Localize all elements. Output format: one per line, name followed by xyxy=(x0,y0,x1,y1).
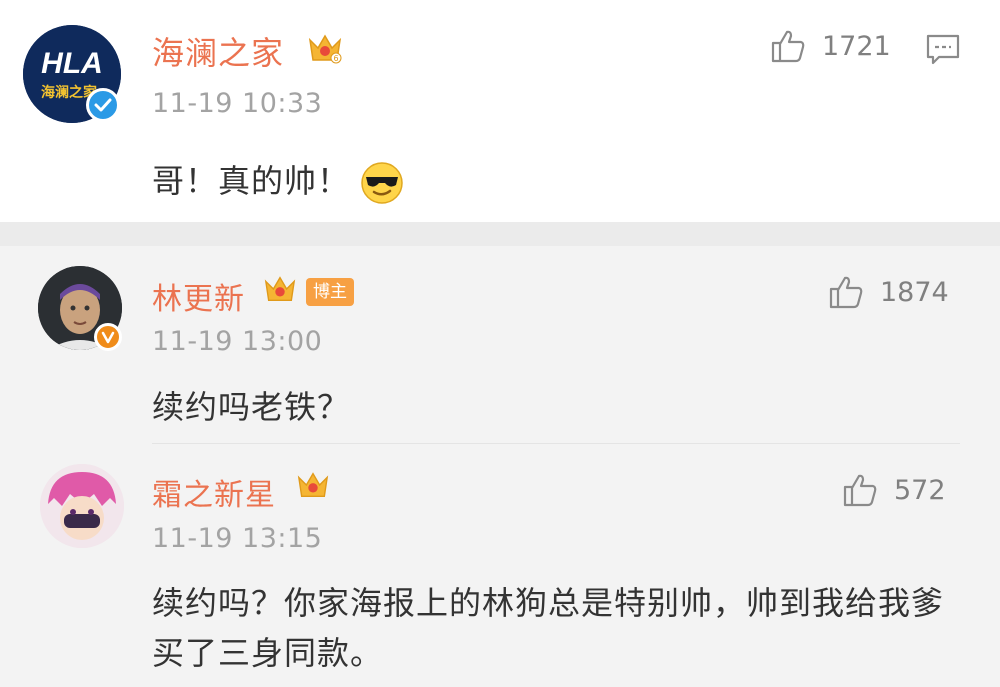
comment-icon[interactable] xyxy=(924,30,962,68)
vip-crown-icon xyxy=(295,468,331,502)
like-count: 1721 xyxy=(822,30,891,62)
sunglasses-emoji-icon xyxy=(360,161,404,205)
like-count: 572 xyxy=(894,474,946,506)
like-button[interactable]: 1721 xyxy=(768,26,891,66)
thumbs-up-icon xyxy=(826,272,866,312)
username[interactable]: 霜之新星 xyxy=(152,470,276,514)
author-badge: 博主 xyxy=(306,278,354,306)
comment-text: 哥！真的帅！ xyxy=(152,156,404,205)
comment-text: 续约吗？你家海报上的林狗总是特别帅，帅到我给我爹买了三身同款。 xyxy=(152,584,945,672)
reply-divider xyxy=(152,443,960,444)
like-button[interactable]: 572 xyxy=(840,470,946,510)
comment-time: 11-19 13:00 xyxy=(152,326,323,357)
username[interactable]: 海澜之家 xyxy=(152,28,284,74)
comment-time: 11-19 13:15 xyxy=(152,523,323,554)
svg-text:6: 6 xyxy=(333,54,338,63)
username[interactable]: 林更新 xyxy=(152,274,245,318)
section-separator xyxy=(0,222,1000,246)
verified-icon xyxy=(94,323,122,351)
vip-crown-icon: 6 xyxy=(306,30,344,66)
avatar[interactable] xyxy=(40,464,124,548)
vip-crown-icon xyxy=(262,272,298,306)
svg-text:HLA: HLA xyxy=(41,47,103,80)
comment-text: 续约吗老铁？ xyxy=(152,388,351,426)
comment-time: 11-19 10:33 xyxy=(152,88,323,119)
main-comment: HLA 海澜之家 海澜之家 6 11-19 10:33 哥！真的帅！ 1721 xyxy=(0,0,1000,222)
thumbs-up-icon xyxy=(768,26,808,66)
like-count: 1874 xyxy=(880,276,949,308)
thumbs-up-icon xyxy=(840,470,880,510)
verified-icon xyxy=(86,88,120,122)
like-button[interactable]: 1874 xyxy=(826,272,949,312)
comment-text-body: 哥！真的帅！ xyxy=(152,162,351,200)
